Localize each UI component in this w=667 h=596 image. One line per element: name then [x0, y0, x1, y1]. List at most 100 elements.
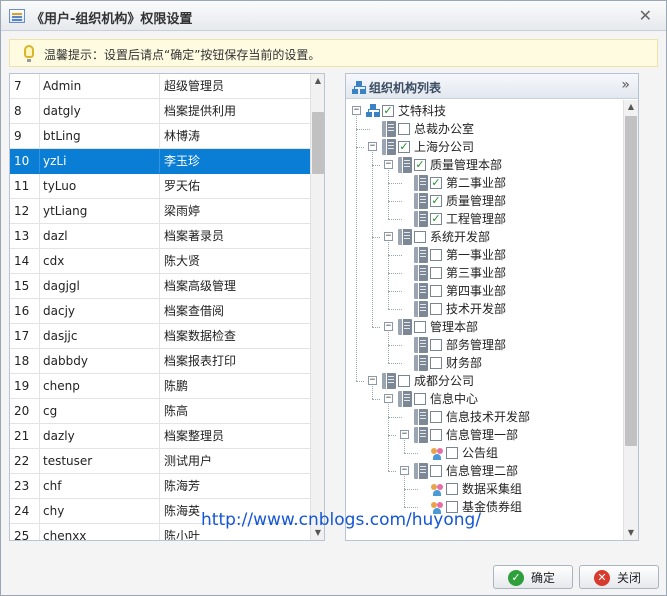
tree-node[interactable]: 数据采集组: [416, 480, 636, 498]
table-row[interactable]: 21 dazly 档案整理员: [10, 424, 310, 449]
table-row[interactable]: 7 Admin 超级管理员: [10, 74, 310, 99]
tree-node[interactable]: − ✓ 质量管理本部: [384, 156, 604, 174]
node-checkbox[interactable]: ✓: [398, 141, 410, 153]
node-checkbox[interactable]: [414, 393, 426, 405]
row-name: 档案报表打印: [164, 354, 237, 368]
tree-node[interactable]: 技术开发部: [400, 300, 620, 318]
collapse-toggle-icon[interactable]: −: [352, 106, 361, 115]
close-icon[interactable]: ✕: [639, 6, 652, 25]
table-row[interactable]: 10 yzLi 李玉珍: [10, 149, 310, 174]
table-row[interactable]: 12 ytLiang 梁雨婷: [10, 199, 310, 224]
tree-node[interactable]: 财务部: [400, 354, 620, 372]
scroll-up-icon[interactable]: ▲: [311, 74, 324, 88]
collapse-icon[interactable]: »: [621, 77, 630, 93]
tree-node[interactable]: − 管理本部: [384, 318, 604, 336]
row-account: dacjy: [40, 299, 160, 323]
node-checkbox[interactable]: [430, 465, 442, 477]
tree-node[interactable]: − 信息管理一部: [400, 426, 620, 444]
user-list-scrollbar[interactable]: ▲ ▼: [310, 74, 324, 540]
tree-node[interactable]: 第四事业部: [400, 282, 620, 300]
tree-node[interactable]: ✓ 工程管理部: [400, 210, 620, 228]
node-checkbox[interactable]: [430, 249, 442, 261]
scroll-down-icon[interactable]: ▼: [624, 526, 638, 540]
node-checkbox[interactable]: ✓: [430, 213, 442, 225]
tree-guide: [404, 440, 405, 453]
scroll-up-icon[interactable]: ▲: [624, 100, 638, 114]
collapse-toggle-icon[interactable]: −: [400, 430, 409, 439]
collapse-toggle-icon[interactable]: −: [384, 160, 393, 169]
collapse-toggle-icon[interactable]: −: [384, 232, 393, 241]
tree-node[interactable]: 公告组: [416, 444, 636, 462]
node-checkbox[interactable]: [398, 123, 410, 135]
building-icon: [414, 427, 428, 443]
node-checkbox[interactable]: [430, 267, 442, 279]
row-number: 21: [10, 424, 40, 448]
node-label: 信息管理二部: [446, 464, 519, 478]
tree-node[interactable]: 部务管理部: [400, 336, 620, 354]
collapse-toggle-icon[interactable]: −: [384, 394, 393, 403]
row-account: cdx: [40, 249, 160, 273]
node-checkbox[interactable]: [414, 231, 426, 243]
node-checkbox[interactable]: [398, 375, 410, 387]
table-row[interactable]: 22 testuser 测试用户: [10, 449, 310, 474]
table-row[interactable]: 13 dazl 档案著录员: [10, 224, 310, 249]
node-checkbox[interactable]: [430, 339, 442, 351]
table-row[interactable]: 20 cg 陈高: [10, 399, 310, 424]
collapse-toggle-icon[interactable]: −: [368, 142, 377, 151]
scroll-thumb[interactable]: [625, 116, 637, 446]
tree-node[interactable]: − 系统开发部: [384, 228, 604, 246]
node-checkbox[interactable]: ✓: [382, 105, 394, 117]
row-name: 档案提供利用: [164, 104, 237, 118]
node-label: 质量管理部: [446, 194, 507, 208]
group-icon: [430, 481, 444, 497]
node-checkbox[interactable]: [446, 447, 458, 459]
tree-node[interactable]: 第一事业部: [400, 246, 620, 264]
tree-node[interactable]: ✓ 质量管理部: [400, 192, 620, 210]
node-label: 第一事业部: [446, 248, 507, 262]
node-checkbox[interactable]: [430, 357, 442, 369]
table-row[interactable]: 18 dabbdy 档案报表打印: [10, 349, 310, 374]
tree-node[interactable]: − 信息管理二部: [400, 462, 620, 480]
table-row[interactable]: 17 dasjjc 档案数据检查: [10, 324, 310, 349]
node-checkbox[interactable]: ✓: [430, 177, 442, 189]
node-checkbox[interactable]: ✓: [414, 159, 426, 171]
table-row[interactable]: 8 datgly 档案提供利用: [10, 99, 310, 124]
tip-banner: 温馨提示：设置后请点“确定”按钮保存当前的设置。: [9, 39, 658, 67]
tree-node[interactable]: 第三事业部: [400, 264, 620, 282]
node-label: 公告组: [462, 446, 499, 460]
tree-node[interactable]: ✓ 第二事业部: [400, 174, 620, 192]
tree-node[interactable]: 信息技术开发部: [400, 408, 620, 426]
node-checkbox[interactable]: [430, 429, 442, 441]
node-label: 技术开发部: [446, 302, 507, 316]
node-checkbox[interactable]: [430, 285, 442, 297]
node-checkbox[interactable]: [430, 411, 442, 423]
collapse-toggle-icon[interactable]: −: [384, 322, 393, 331]
tree-node[interactable]: − ✓ 上海分公司: [368, 138, 588, 156]
table-row[interactable]: 19 chenp 陈鹏: [10, 374, 310, 399]
table-row[interactable]: 11 tyLuo 罗天佑: [10, 174, 310, 199]
table-row[interactable]: 16 dacjy 档案查借阅: [10, 299, 310, 324]
tree-node[interactable]: − ✓ 艾特科技: [352, 102, 572, 120]
node-checkbox[interactable]: [430, 303, 442, 315]
tree-node[interactable]: − 信息中心: [384, 390, 604, 408]
title-bar[interactable]: 《用户-组织机构》权限设置 ✕: [1, 1, 666, 31]
collapse-toggle-icon[interactable]: −: [368, 376, 377, 385]
node-label: 数据采集组: [462, 482, 523, 496]
collapse-toggle-icon[interactable]: −: [400, 466, 409, 475]
table-row[interactable]: 9 btLing 林博涛: [10, 124, 310, 149]
table-row[interactable]: 14 cdx 陈大贤: [10, 249, 310, 274]
ok-button[interactable]: ✓ 确定: [493, 565, 573, 589]
node-checkbox[interactable]: [446, 483, 458, 495]
node-checkbox[interactable]: [414, 321, 426, 333]
close-button[interactable]: ✕ 关闭: [579, 565, 659, 589]
row-account: ytLiang: [40, 199, 160, 223]
node-checkbox[interactable]: ✓: [430, 195, 442, 207]
tree-node[interactable]: 总裁办公室: [368, 120, 588, 138]
table-row[interactable]: 15 dagjgl 档案高级管理: [10, 274, 310, 299]
tree-node[interactable]: − 成都分公司: [368, 372, 588, 390]
org-tree-scrollbar[interactable]: ▲ ▼: [623, 100, 638, 540]
scroll-thumb[interactable]: [312, 112, 324, 174]
building-icon: [382, 373, 396, 389]
building-icon: [398, 229, 412, 245]
table-row[interactable]: 23 chf 陈海芳: [10, 474, 310, 499]
